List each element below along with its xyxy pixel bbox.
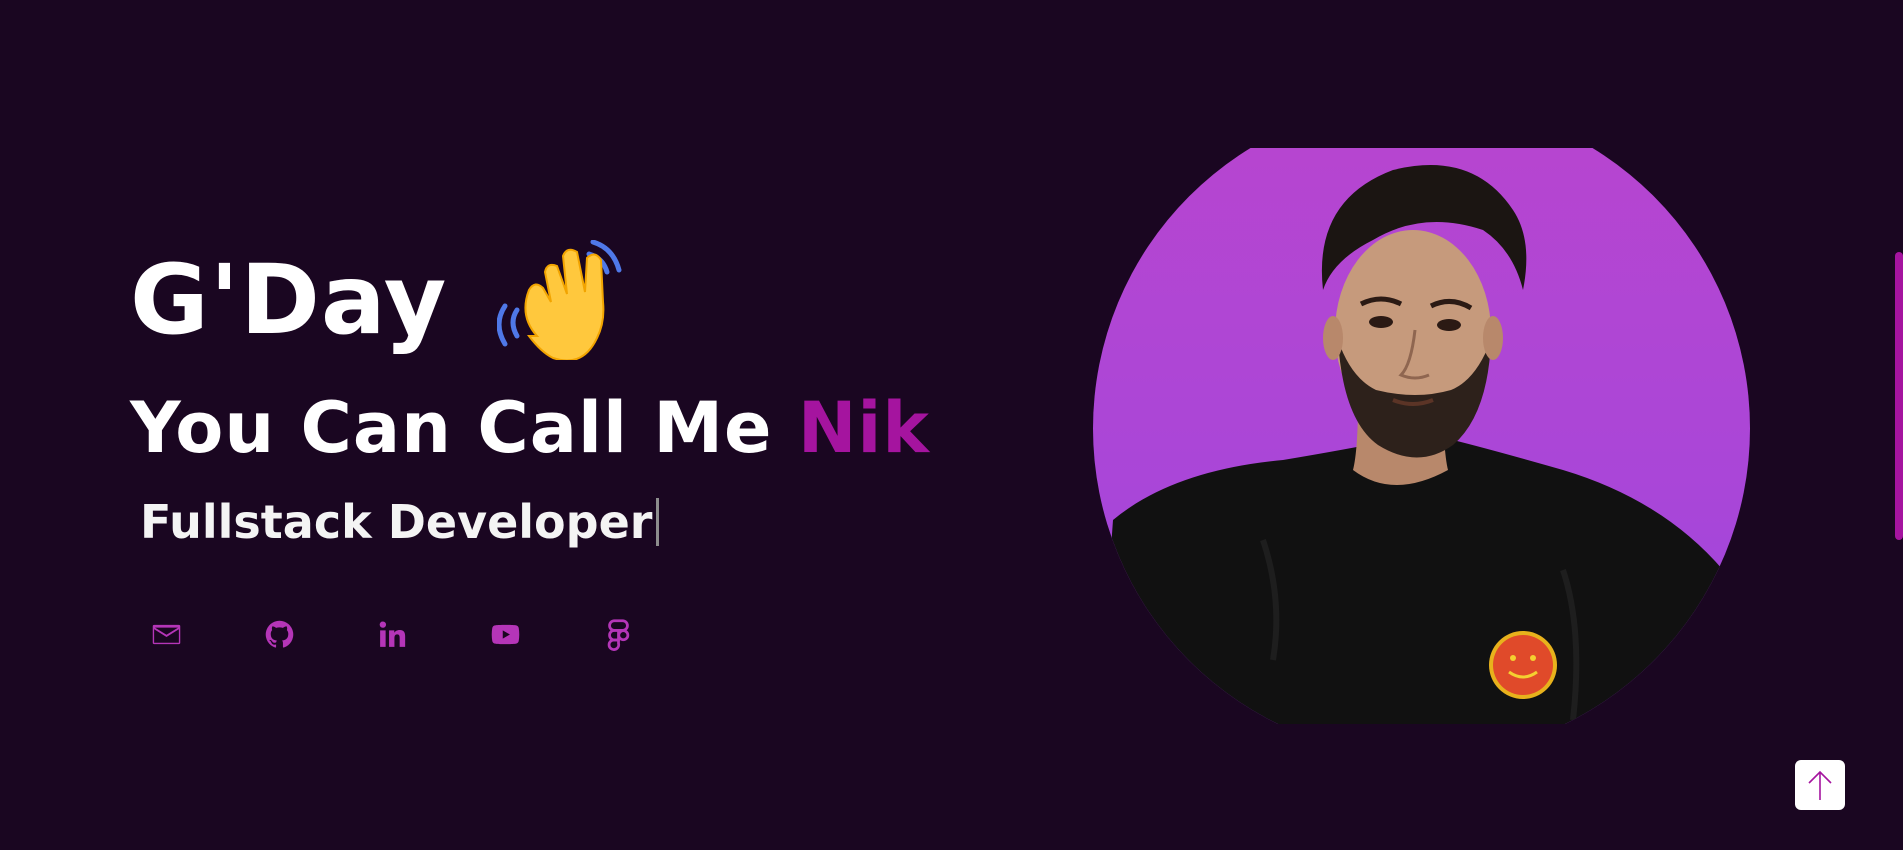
hero-text: G'Day You Can Call Me Nik Fullstack Deve…	[130, 240, 930, 550]
youtube-icon	[491, 624, 520, 644]
github-link[interactable]	[263, 604, 296, 664]
mail-link[interactable]	[150, 604, 183, 664]
scrollbar-thumb[interactable]	[1895, 252, 1903, 540]
profile-photo-circle	[1093, 148, 1750, 724]
typing-caret	[656, 498, 660, 546]
intro-name: Nik	[797, 387, 930, 469]
figma-link[interactable]	[602, 604, 635, 664]
greeting-text: G'Day	[130, 244, 448, 356]
linkedin-link[interactable]	[376, 604, 409, 664]
arrow-up-icon	[1808, 770, 1832, 800]
social-links	[150, 604, 635, 664]
intro-heading: You Can Call Me Nik	[130, 388, 930, 468]
page: G'Day You Can Call Me Nik Fullstack Deve…	[0, 0, 1903, 850]
role-typewriter: Fullstack Developer	[140, 494, 930, 550]
person-illustration	[1098, 165, 1748, 724]
youtube-link[interactable]	[489, 604, 522, 664]
github-icon	[265, 620, 294, 648]
scroll-to-top-button[interactable]	[1795, 760, 1845, 810]
waving-hand-icon	[497, 240, 622, 360]
figma-icon	[607, 618, 630, 651]
role-text: Fullstack Developer	[140, 495, 653, 549]
mail-icon	[152, 624, 181, 644]
greeting-heading: G'Day	[130, 240, 930, 360]
profile-photo	[1093, 148, 1750, 724]
linkedin-icon	[379, 620, 406, 647]
intro-prefix: You Can Call Me	[130, 387, 798, 469]
